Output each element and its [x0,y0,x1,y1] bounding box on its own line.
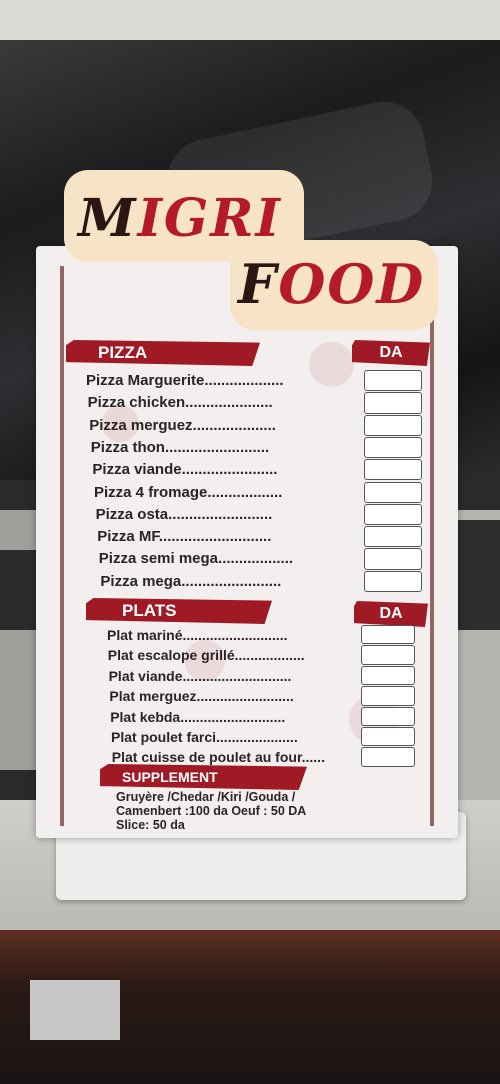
pizza-price-box [364,436,422,459]
plats-heading: PLATS [86,598,272,624]
pizza-price-box [364,526,422,548]
pizza-item-name: Pizza Marguerite................... [86,372,284,389]
supplement-heading: SUPPLEMENT [100,764,307,790]
pizza-item-name: Pizza osta......................... [95,505,273,523]
pizza-item-name: Pizza merguez.................... [89,416,276,434]
pizza-price-box [364,392,422,414]
plats-item-name: Plat merguez......................... [109,688,294,705]
pizza-item-name: Pizza thon......................... [90,438,270,456]
pizza-item-name: Pizza 4 fromage.................. [94,483,283,501]
pizza-price-box [364,481,422,503]
pizza-item-name: Pizza MF........................... [97,528,272,546]
background-box [30,980,120,1040]
pizza-item-name: Pizza semi mega.................. [98,550,294,568]
supplement-line-1: Gruyère /Chedar /Kiri /Gouda / [116,790,296,804]
pizza-price-box [364,370,422,392]
plats-item-name: Plat viande............................ [108,667,292,684]
supplement-line-2: Camenbert :100 da Oeuf : 50 DA [116,804,307,818]
plats-price-box [361,645,415,665]
pizza-item-name: Pizza viande....................... [92,461,278,479]
pizza-item-name: Pizza chicken..................... [87,394,273,412]
plats-price-box [361,665,415,686]
plats-price-box [361,727,415,747]
plats-currency-heading: DA [354,601,428,627]
plats-item-name: Plat escalope grillé.................. [107,647,305,664]
plats-item-name: Plat mariné........................... [107,627,288,643]
menu-border-left [60,266,64,826]
brand-logo-line2: FOOD [238,252,426,316]
menu-border-right [430,266,434,826]
plats-item-name: Plat cuisse de poulet au four...... [111,749,325,766]
pizza-price-box [364,548,422,570]
plats-price-box [361,625,415,645]
pizza-price-box [364,570,422,592]
brand-logo-line1: MIGRI [78,188,282,249]
pizza-price-box [364,414,422,436]
supplement-line-3: Slice: 50 da [116,818,185,832]
plats-item-name: Plat poulet farci..................... [111,729,298,745]
pizza-currency-heading: DA [352,340,430,366]
pizza-heading: PIZZA [66,340,260,366]
pizza-price-box [364,503,422,526]
pizza-price-box [364,459,422,481]
plats-price-box [361,706,415,726]
plats-price-box [361,686,415,706]
plats-item-name: Plat kebda........................... [110,708,286,725]
pizza-item-name: Pizza mega........................ [100,572,282,590]
plats-price-box [361,747,415,767]
